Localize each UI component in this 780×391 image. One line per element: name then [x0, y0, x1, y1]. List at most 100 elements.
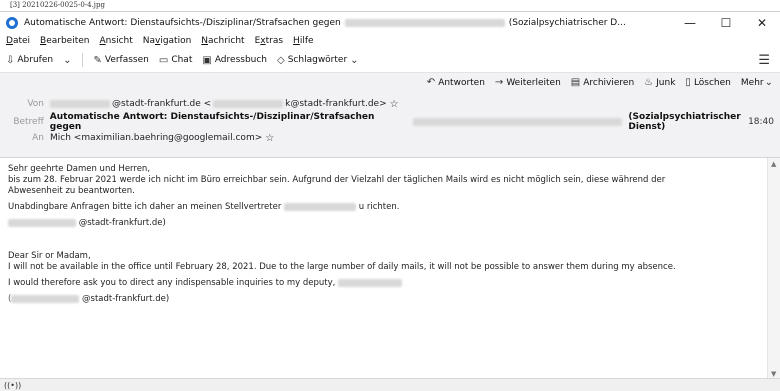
- body-paragraph-4: Dear Sir or Madam, I will not be availab…: [8, 251, 760, 273]
- forward-label: Weiterleiten: [506, 77, 561, 88]
- fetch-label: Abrufen: [17, 55, 54, 65]
- title-bar: Automatische Antwort: Dienstaufsichts-/D…: [0, 12, 780, 34]
- body-line: @stadt-frankfurt.de): [82, 294, 170, 304]
- toolbar-divider: [82, 53, 84, 67]
- body-line: I will not be available in the office un…: [8, 262, 676, 272]
- junk-label: Junk: [656, 77, 676, 88]
- menu-extras[interactable]: Extras: [255, 36, 283, 46]
- chat-bubble-icon: ▭: [158, 54, 169, 66]
- message-actions: ↶ Antworten → Weiterleiten ▤ Archivieren…: [417, 77, 776, 88]
- close-button[interactable]: ✕: [744, 12, 780, 34]
- redacted-deputy-email: [8, 218, 76, 227]
- menu-navigation[interactable]: Navigation: [143, 36, 192, 46]
- body-paragraph-6: ( @stadt-frankfurt.de): [8, 294, 760, 305]
- minimize-button[interactable]: —: [672, 12, 708, 34]
- window-title-suffix: (Sozialpsychiatrischer D...: [508, 18, 626, 28]
- chevron-down-icon: ⌄: [63, 54, 72, 66]
- message-body: Sehr geehrte Damen und Herren, bis zum 2…: [0, 158, 768, 380]
- menu-ansicht[interactable]: Ansicht: [100, 36, 133, 46]
- subject-text: Automatische Antwort: Dienstaufsichts-/D…: [49, 112, 375, 132]
- star-icon[interactable]: ☆: [265, 133, 274, 144]
- archive-button[interactable]: ▤ Archivieren: [571, 77, 634, 88]
- body-line: Dear Sir or Madam,: [8, 251, 91, 261]
- reply-button[interactable]: ↶ Antworten: [427, 77, 485, 88]
- body-scrollbar[interactable]: ▲ ▼: [767, 158, 780, 380]
- tag-icon: ◇: [277, 54, 285, 66]
- archive-icon: ▤: [570, 77, 581, 88]
- body-line: I would therefore ask you to direct any …: [8, 278, 336, 288]
- pencil-icon: ✎: [93, 54, 102, 66]
- to-address[interactable]: Mich <maximilian.baehring@googlemail.com…: [50, 133, 262, 143]
- addressbook-label: Adressbuch: [214, 55, 268, 65]
- body-line: Abwesenheit zu beantworten.: [8, 186, 135, 196]
- body-paragraph-1: Sehr geehrte Damen und Herren, bis zum 2…: [8, 164, 760, 197]
- forward-icon: →: [494, 77, 504, 88]
- body-paragraph-2: Unabdingbare Anfragen bitte ich daher an…: [8, 202, 760, 213]
- image-caption: [3] 20210226-0025-0-4.jpg: [10, 1, 105, 9]
- body-line: Unabdingbare Anfragen bitte ich daher an…: [8, 202, 282, 212]
- body-line: bis zum 28. Februar 2021 werde ich nicht…: [8, 175, 666, 185]
- forward-button[interactable]: → Weiterleiten: [495, 77, 561, 88]
- address-card-icon: ▣: [202, 54, 212, 66]
- main-toolbar: ⇩ Abrufen ⌄ ✎ Verfassen ▭ Chat ▣ Adressb…: [0, 48, 780, 73]
- from-label: Von: [27, 99, 44, 109]
- body-paragraph-5: I would therefore ask you to direct any …: [8, 278, 760, 289]
- scroll-down-icon[interactable]: ▼: [771, 370, 776, 378]
- redacted-subject-name: [413, 118, 623, 126]
- reply-label: Antworten: [438, 77, 485, 88]
- menu-hilfe[interactable]: Hilfe: [293, 36, 314, 46]
- window-controls: — ☐ ✕: [672, 12, 780, 34]
- delete-label: Löschen: [693, 77, 731, 88]
- trash-icon: ▯: [685, 77, 691, 88]
- chevron-down-icon: ⌄: [764, 77, 773, 88]
- maximize-button[interactable]: ☐: [708, 12, 744, 34]
- star-icon[interactable]: ☆: [390, 99, 399, 110]
- flame-icon: ♨: [644, 77, 654, 88]
- body-paragraph-3: @stadt-frankfurt.de): [8, 218, 760, 229]
- scroll-up-icon[interactable]: ▲: [771, 160, 776, 168]
- redacted-name: [344, 19, 505, 27]
- redacted-sender: [50, 100, 110, 108]
- message-time: 18:40: [748, 117, 774, 127]
- from-row: Von @stadt-frankfurt.de < k@stadt-frankf…: [0, 97, 780, 111]
- chat-button[interactable]: ▭ Chat: [159, 55, 193, 66]
- status-bar: ((•)): [0, 378, 780, 391]
- delete-button[interactable]: ▯ Löschen: [685, 77, 730, 88]
- to-row: An Mich <maximilian.baehring@googlemail.…: [0, 131, 780, 145]
- menu-bar: Datei Bearbeiten Ansicht Navigation Nach…: [0, 34, 780, 48]
- menu-bearbeiten[interactable]: Bearbeiten: [40, 36, 89, 46]
- thunderbird-icon: [6, 17, 18, 29]
- compose-button[interactable]: ✎ Verfassen: [93, 55, 148, 66]
- connection-status-icon[interactable]: ((•)): [4, 381, 21, 390]
- subject-row: Betreff Automatische Antwort: Dienstaufs…: [0, 112, 780, 132]
- body-line: u richten.: [358, 202, 400, 212]
- addressbook-button[interactable]: ▣ Adressbuch: [202, 55, 267, 66]
- more-button[interactable]: Mehr ⌄: [741, 77, 776, 88]
- window-title-prefix: Automatische Antwort: Dienstaufsichts-/D…: [24, 18, 341, 28]
- fetch-dropdown[interactable]: ⌄: [63, 55, 74, 66]
- app-menu-icon[interactable]: ☰: [758, 53, 770, 68]
- body-line: @stadt-frankfurt.de): [78, 218, 166, 228]
- reply-icon: ↶: [426, 77, 436, 88]
- subject-label: Betreff: [13, 117, 44, 127]
- from-domain[interactable]: @stadt-frankfurt.de <: [112, 99, 211, 109]
- redacted-deputy-name: [338, 278, 403, 287]
- fetch-button[interactable]: ⇩ Abrufen: [6, 55, 53, 66]
- menu-datei[interactable]: Datei: [6, 36, 30, 46]
- chevron-down-icon: ⌄: [350, 54, 359, 66]
- message-header: ↶ Antworten → Weiterleiten ▤ Archivieren…: [0, 73, 780, 158]
- window-title: Automatische Antwort: Dienstaufsichts-/D…: [24, 18, 626, 28]
- body-line: Sehr geehrte Damen und Herren,: [8, 164, 151, 174]
- junk-button[interactable]: ♨ Junk: [644, 77, 675, 88]
- menu-nachricht[interactable]: Nachricht: [201, 36, 244, 46]
- more-label: Mehr: [740, 77, 764, 88]
- download-icon: ⇩: [6, 54, 15, 66]
- chat-label: Chat: [171, 55, 193, 65]
- mail-window: Automatische Antwort: Dienstaufsichts-/D…: [0, 11, 780, 391]
- redacted-deputy-email: [11, 294, 80, 303]
- from-email[interactable]: k@stadt-frankfurt.de>: [285, 99, 387, 109]
- tags-button[interactable]: ◇ Schlagwörter ⌄: [277, 55, 362, 66]
- redacted-sender-email: [213, 100, 284, 108]
- archive-label: Archivieren: [583, 77, 635, 88]
- tags-label: Schlagwörter: [287, 55, 348, 65]
